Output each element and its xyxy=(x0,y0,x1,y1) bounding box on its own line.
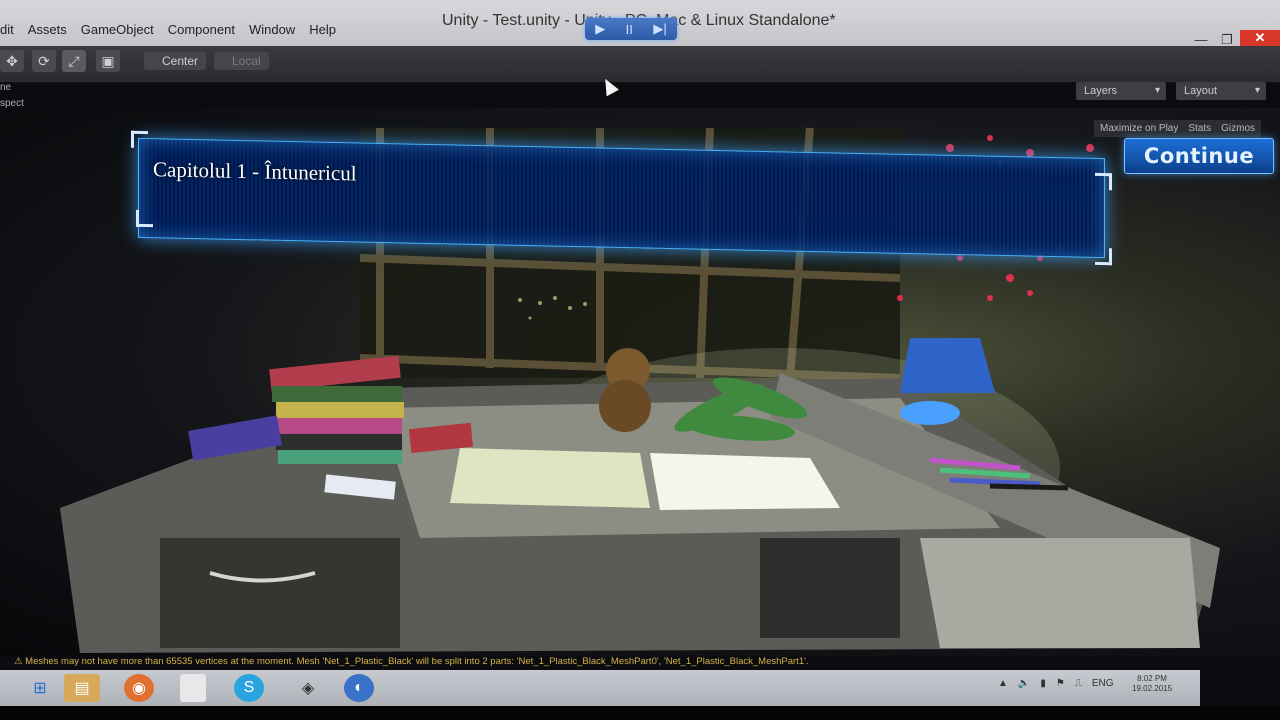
playback-controls: ▶ II ▶| xyxy=(585,18,677,40)
banner-corner xyxy=(136,209,153,228)
menu-window[interactable]: Window xyxy=(249,22,295,37)
clock-date: 19.02.2015 xyxy=(1132,684,1173,693)
maximize-on-play-toggle[interactable]: Maximize on Play xyxy=(1100,123,1178,134)
rotate-icon[interactable]: ⟳ xyxy=(32,50,56,72)
blank-app-icon[interactable] xyxy=(180,674,206,702)
menu-component[interactable]: Component xyxy=(168,22,235,37)
pivot-local-toggle[interactable]: Local xyxy=(214,52,269,70)
monitor-bezel xyxy=(0,706,1280,720)
game-view-options: Maximize on Play Stats Gizmos xyxy=(1094,120,1262,137)
layout-dropdown[interactable]: Layout xyxy=(1176,82,1266,100)
layers-dropdown[interactable]: Layers xyxy=(1076,82,1166,100)
pivot-center-toggle[interactable]: Center xyxy=(144,52,207,70)
move-icon[interactable]: ✥ xyxy=(0,50,24,72)
banner-corner xyxy=(1095,247,1112,266)
unity-toolbar: ✥ ⟳ ⤢ ▣ Center Local xyxy=(0,46,1280,83)
console-warning[interactable]: ⚠ Meshes may not have more than 65535 ve… xyxy=(14,656,1194,670)
usb-icon[interactable]: ⎍ xyxy=(1075,678,1082,689)
scale-icon[interactable]: ⤢ xyxy=(62,50,86,72)
flag-icon[interactable]: ⚑ xyxy=(1056,678,1065,689)
taskbar-clock[interactable]: 8:02 PM 19.02.2015 xyxy=(1132,674,1172,694)
tray-expand-icon[interactable]: ▲ xyxy=(998,678,1008,689)
stats-toggle[interactable]: Stats xyxy=(1188,123,1211,134)
system-tray: ▲ 🔈 ▮ ⚑ ⎍ ENG xyxy=(998,678,1114,689)
firefox-icon[interactable]: ◉ xyxy=(124,674,154,702)
play-button[interactable]: ▶ xyxy=(595,21,605,37)
side-label-name: ne xyxy=(0,82,12,93)
skype-icon[interactable]: S xyxy=(234,674,264,702)
windows-start-icon[interactable]: ⊞ xyxy=(22,674,58,702)
chapter-title: Capitolul 1 - Întunericul xyxy=(153,157,357,186)
step-button[interactable]: ▶| xyxy=(653,21,666,37)
volume-icon[interactable]: 🔈 xyxy=(1018,678,1030,689)
network-icon[interactable]: ▮ xyxy=(1040,678,1046,689)
windows-taskbar: ⊞ ▤ ◉ S ◈ ◐ ▲ 🔈 ▮ ⚑ ⎍ ENG xyxy=(0,670,1200,706)
unity-icon[interactable]: ◈ xyxy=(290,674,326,702)
app-icon[interactable]: ◐ xyxy=(344,674,374,702)
chapter-banner: Capitolul 1 - Întunericul xyxy=(131,130,1112,266)
banner-corner xyxy=(131,130,148,149)
continue-button[interactable]: Continue xyxy=(1124,138,1274,174)
menu-gameobject[interactable]: GameObject xyxy=(81,22,154,37)
banner-corner xyxy=(1095,172,1112,191)
file-explorer-icon[interactable]: ▤ xyxy=(64,674,100,702)
menu-help[interactable]: Help xyxy=(309,22,336,37)
rect-icon[interactable]: ▣ xyxy=(96,50,120,72)
menu-edit[interactable]: dit xyxy=(0,22,14,37)
menu-assets[interactable]: Assets xyxy=(28,22,67,37)
menu-bar: dit Assets GameObject Component Window H… xyxy=(0,22,336,37)
gizmos-toggle[interactable]: Gizmos xyxy=(1221,123,1255,134)
pause-button[interactable]: II xyxy=(626,22,633,37)
clock-time: 8:02 PM xyxy=(1137,674,1167,683)
language-indicator[interactable]: ENG xyxy=(1092,678,1114,689)
